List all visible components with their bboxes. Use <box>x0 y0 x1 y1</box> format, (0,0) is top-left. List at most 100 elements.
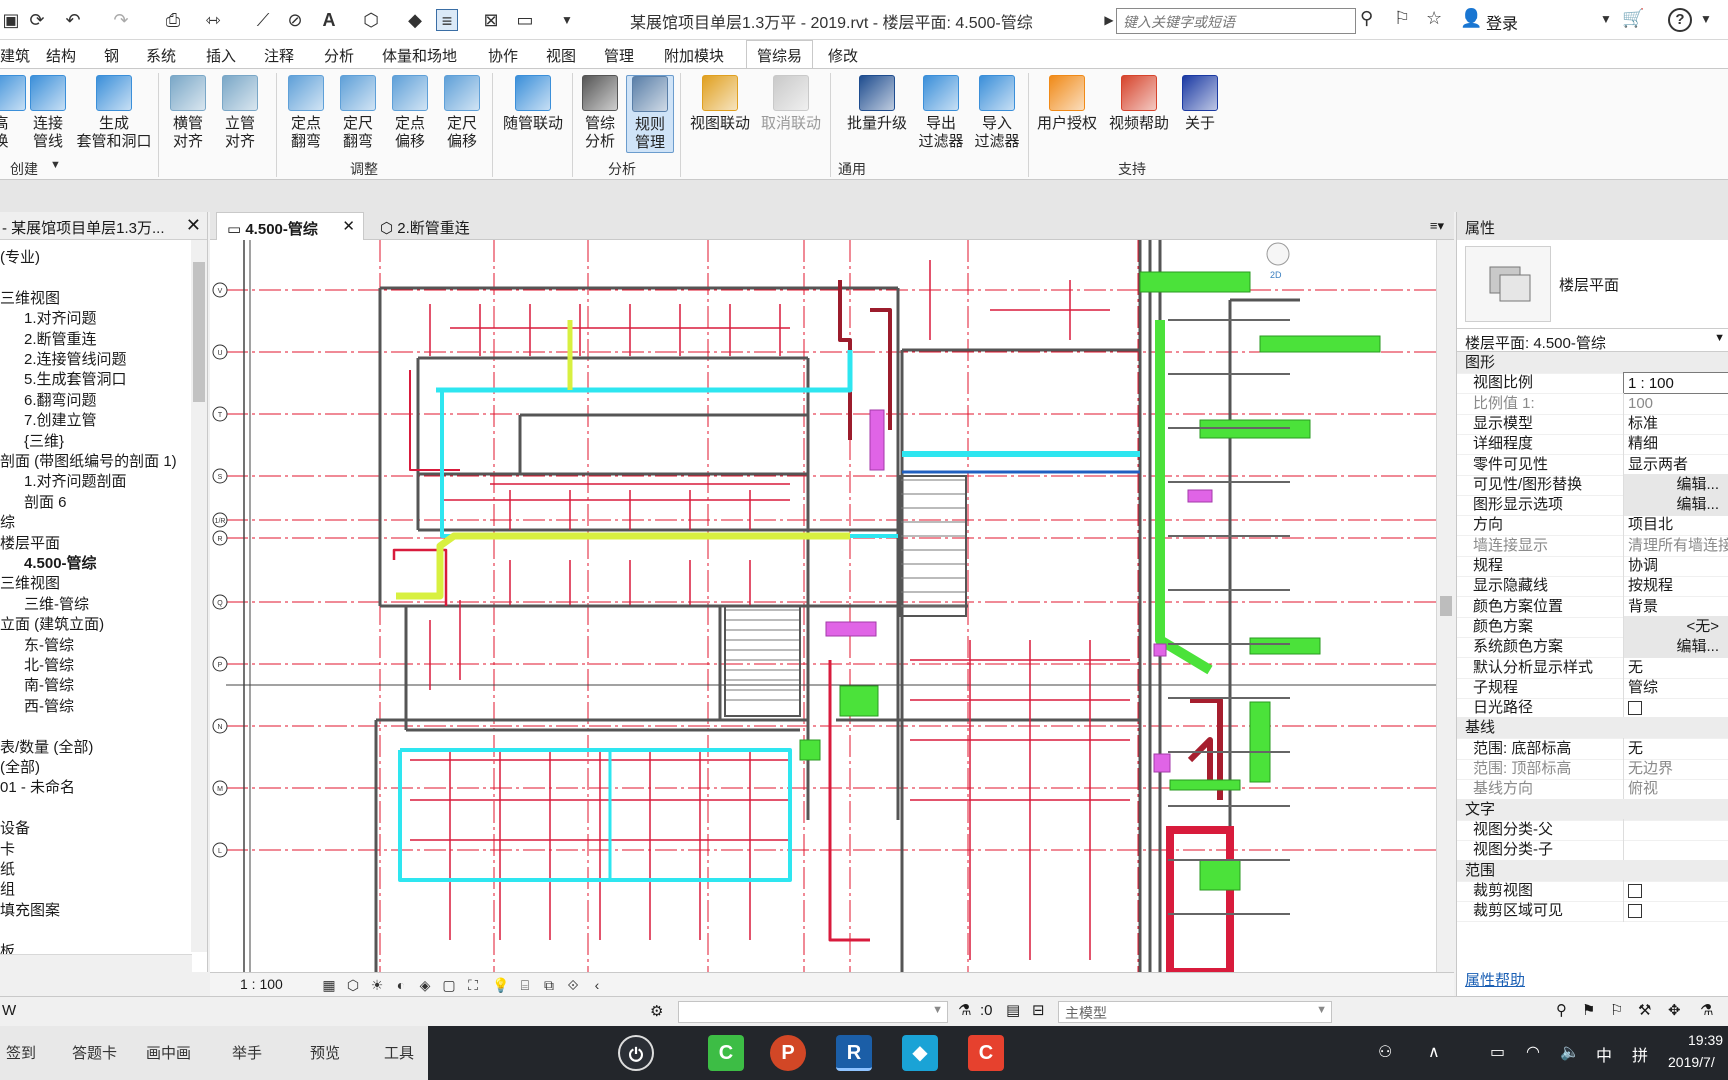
property-category[interactable]: 基线 <box>1457 717 1728 740</box>
property-edit-button[interactable]: 编辑... <box>1623 494 1728 517</box>
clock-time[interactable]: 19:39 <box>1688 1032 1723 1048</box>
worksharing-icon[interactable]: ⟐ <box>564 976 582 994</box>
align-horizontal-button[interactable]: 横管 对齐 <box>164 75 212 151</box>
menu-tab-4[interactable]: 插入 <box>206 45 236 66</box>
powerpoint-app-icon[interactable]: P <box>770 1035 806 1071</box>
view-cube-icon[interactable] <box>1266 242 1290 266</box>
tree-item[interactable]: (专业) <box>0 248 40 268</box>
stair-outline[interactable] <box>899 475 967 617</box>
tree-item[interactable]: 北-管综 <box>24 656 74 676</box>
canvas-vertical-scrollbar[interactable] <box>1436 240 1454 972</box>
login-dropdown-icon[interactable]: ▼ <box>1600 12 1612 26</box>
tree-item[interactable]: 剖面 (带图纸编号的剖面 1) <box>0 452 177 472</box>
user-icon[interactable]: 👤 <box>1460 8 1482 29</box>
property-edit-button[interactable]: <无> <box>1623 615 1728 638</box>
tree-item[interactable]: 1.对齐问题 <box>24 309 97 329</box>
duct-green[interactable] <box>799 739 821 761</box>
export-filter-button[interactable]: 导出 过滤器 <box>916 75 966 151</box>
network-icon[interactable]: ▭ <box>1490 1042 1505 1062</box>
menu-tab-7[interactable]: 体量和场地 <box>382 45 457 66</box>
close-icon[interactable]: ✕ <box>342 217 355 235</box>
lesson-button[interactable]: 画中画 <box>146 1042 191 1063</box>
login-link[interactable]: 登录 <box>1486 10 1518 34</box>
property-checkbox[interactable] <box>1623 879 1728 902</box>
navigation-2d-label[interactable]: 2D <box>1270 270 1282 280</box>
duct-magenta[interactable] <box>1153 643 1167 657</box>
fixed-point-bend-button[interactable]: 定点 翻弯 <box>282 75 330 151</box>
pipe-cyan[interactable] <box>436 350 853 393</box>
property-value[interactable]: 项目北 <box>1623 514 1728 537</box>
lesson-button[interactable]: 答题卡 <box>72 1042 117 1063</box>
tree-item[interactable]: 4.500-管综 <box>24 554 97 574</box>
tree-item[interactable]: (全部) <box>0 758 40 778</box>
editable-only-icon[interactable]: ▤ <box>1006 1001 1020 1019</box>
design-options-icon[interactable]: ⊟ <box>1032 1001 1045 1019</box>
menu-tab-13[interactable]: 修改 <box>828 45 858 66</box>
save-icon[interactable]: ▣ <box>0 9 22 31</box>
volume-icon[interactable]: 🔈 <box>1560 1042 1580 1062</box>
generate-sleeves-button[interactable]: 生成 套管和洞口 <box>72 75 156 151</box>
section-icon[interactable]: ◆ <box>404 9 426 31</box>
temp-hide-icon[interactable]: 💡 <box>492 976 510 994</box>
property-category[interactable]: 范围 <box>1457 859 1728 882</box>
help-icon[interactable]: ? <box>1668 8 1692 32</box>
checkbox[interactable] <box>1628 701 1642 716</box>
main-pipe-darkred[interactable] <box>1187 737 1213 780</box>
duct-magenta[interactable] <box>1153 753 1171 773</box>
tab-4500-pipe[interactable]: ▭ 4.500-管综 ✕ <box>216 212 364 240</box>
checkbox[interactable] <box>1628 883 1642 898</box>
3d-view-icon[interactable]: ⬡ <box>360 9 382 31</box>
elevation-swap-button[interactable]: 高 换 <box>0 75 26 151</box>
grid-bubble-label[interactable]: M <box>217 786 223 793</box>
workset-selector[interactable]: ▼ <box>678 1001 948 1023</box>
tray-expand-icon[interactable]: ∧ <box>1428 1042 1440 1062</box>
search-input[interactable]: 键入关键字或短语 <box>1116 8 1356 34</box>
property-value[interactable]: 1 : 100 <box>1623 372 1728 395</box>
tree-item[interactable]: 南-管综 <box>24 676 74 696</box>
duct-magenta[interactable] <box>869 409 885 471</box>
batch-upgrade-button[interactable]: 批量升级 <box>844 75 910 133</box>
property-value[interactable]: 按规程 <box>1623 575 1728 598</box>
grid-bubble-label[interactable]: S <box>218 474 223 481</box>
ime-mode[interactable]: 中 <box>1596 1042 1612 1066</box>
temp-view-props-icon[interactable]: ⧉ <box>540 976 558 994</box>
render-icon[interactable]: ◈ <box>416 976 434 994</box>
browser-vertical-scrollbar[interactable] <box>191 240 207 952</box>
grid-bubble-label[interactable]: T <box>218 412 223 419</box>
select-pinned-icon[interactable]: ⚐ <box>1610 1001 1623 1019</box>
duct-green[interactable] <box>1249 637 1321 655</box>
tree-item[interactable]: 综 <box>0 513 15 533</box>
tab-menu-icon[interactable]: ≡▾ <box>1430 218 1444 234</box>
menu-tab-10[interactable]: 管理 <box>604 45 634 66</box>
tab-broken-pipe[interactable]: ⬡ 2.断管重连 <box>370 212 540 240</box>
people-icon[interactable]: ⚇ <box>1378 1042 1392 1062</box>
property-value[interactable] <box>1623 839 1728 862</box>
property-checkbox[interactable] <box>1623 697 1728 720</box>
duct-green[interactable] <box>839 685 879 717</box>
about-button[interactable]: 关于 <box>1178 75 1222 133</box>
pipe-cyan[interactable] <box>398 748 792 882</box>
browser-horizontal-scrollbar[interactable] <box>0 954 192 972</box>
property-edit-button[interactable]: 编辑... <box>1623 636 1728 659</box>
checkbox[interactable] <box>1628 904 1642 919</box>
wifi-icon[interactable]: ◠ <box>1526 1042 1540 1062</box>
tree-item[interactable]: 三维视图 <box>0 289 60 309</box>
tree-item[interactable]: 立面 (建筑立面) <box>0 615 104 635</box>
align-vertical-button[interactable]: 立管 对齐 <box>216 75 264 151</box>
select-links-icon[interactable]: ⚲ <box>1556 1001 1567 1019</box>
duct-green[interactable] <box>1169 779 1241 791</box>
chevron-down-icon[interactable]: ▼ <box>932 1004 943 1016</box>
menu-tab-2[interactable]: 钢 <box>104 45 119 66</box>
menu-tab-11[interactable]: 附加模块 <box>664 45 724 66</box>
favorites-star-icon[interactable]: ☆ <box>1426 8 1442 29</box>
detail-level-icon[interactable]: ▦ <box>320 976 338 994</box>
lesson-button[interactable]: 工具 <box>384 1042 414 1063</box>
grid-bubble-label[interactable]: V <box>218 288 223 295</box>
property-value[interactable]: 标准 <box>1623 412 1728 435</box>
ime-pinyin[interactable]: 拼 <box>1632 1042 1648 1066</box>
cancel-link-button[interactable]: 取消联动 <box>756 75 826 133</box>
duct-magenta[interactable] <box>1187 489 1213 503</box>
redo-icon[interactable]: ↷ <box>110 9 132 31</box>
binoculars-icon[interactable]: ⚲ <box>1360 8 1373 29</box>
rule-manage-button[interactable]: 规则 管理 <box>626 75 674 153</box>
